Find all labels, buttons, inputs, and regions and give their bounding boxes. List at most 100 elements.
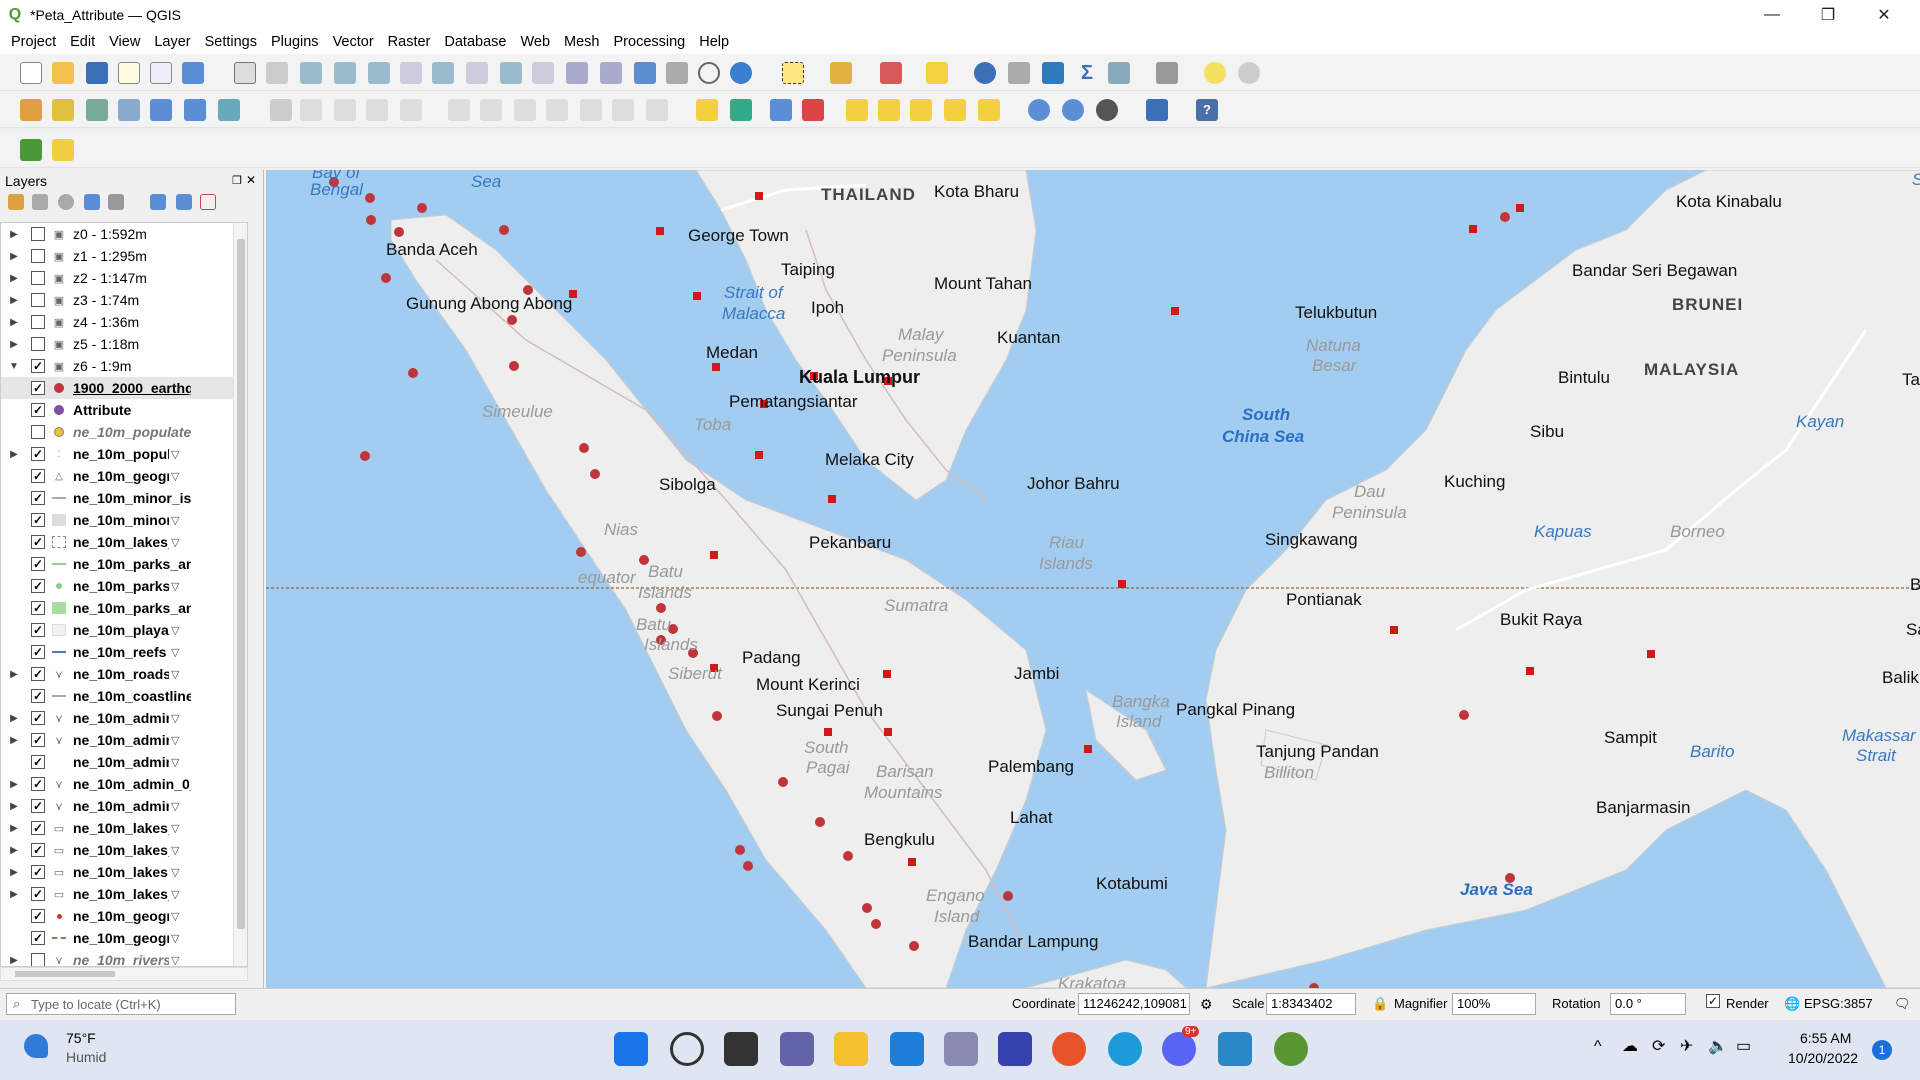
show-hide-labels-icon[interactable] xyxy=(878,99,900,121)
new-map-view-icon[interactable] xyxy=(566,62,588,84)
select-by-value-icon[interactable] xyxy=(830,62,852,84)
menu-web[interactable]: Web xyxy=(513,34,557,50)
locator-input[interactable]: ⌕ Type to locate (Ctrl+K) xyxy=(6,993,236,1015)
filter-icon[interactable]: ▽ xyxy=(171,624,179,637)
pin-labels-icon[interactable] xyxy=(846,99,868,121)
layer-visibility-checkbox[interactable]: ✓ xyxy=(31,865,45,879)
toggle-labels-icon[interactable] xyxy=(802,99,824,121)
volume-icon[interactable]: 🔈 xyxy=(1708,1036,1728,1056)
filter-icon[interactable]: ▽ xyxy=(171,712,179,725)
coordinate-field[interactable]: 11246242,109081 xyxy=(1078,993,1190,1015)
layer-visibility-checkbox[interactable]: ✓ xyxy=(31,403,45,417)
layer-visibility-checkbox[interactable]: ✓ xyxy=(31,359,45,373)
layer-row[interactable]: ▶ ✓ ⋎ ne_10m_admin_▽ xyxy=(1,729,247,751)
math-app-icon[interactable] xyxy=(998,1032,1032,1066)
scale-field[interactable]: 1:8343402 xyxy=(1266,993,1356,1015)
expand-arrow-icon[interactable]: ▶ xyxy=(7,273,21,284)
expand-arrow-icon[interactable]: ▶ xyxy=(7,735,21,746)
tray-chevron-icon[interactable]: ^ xyxy=(1594,1038,1602,1056)
change-label-icon[interactable] xyxy=(978,99,1000,121)
expand-arrow-icon[interactable]: ▶ xyxy=(7,317,21,328)
layer-row[interactable]: ✓ Attribute xyxy=(1,399,247,421)
layer-visibility-checkbox[interactable]: ✓ xyxy=(31,667,45,681)
weather-icon[interactable] xyxy=(24,1034,48,1058)
menu-project[interactable]: Project xyxy=(4,34,63,50)
add-group-icon[interactable] xyxy=(32,194,48,210)
filter-icon[interactable]: ▽ xyxy=(171,514,179,527)
zoom-to-selection-icon[interactable] xyxy=(400,62,422,84)
python-console-icon[interactable] xyxy=(1146,99,1168,121)
search-taskbar-icon[interactable] xyxy=(670,1032,704,1066)
layer-visibility-checkbox[interactable]: ✓ xyxy=(31,491,45,505)
layer-visibility-checkbox[interactable]: ✓ xyxy=(31,711,45,725)
save-project-icon[interactable] xyxy=(86,62,108,84)
zoom-out-icon[interactable] xyxy=(334,62,356,84)
layer-row[interactable]: ✓ 1900_2000_earthqu xyxy=(1,377,247,399)
crs-label[interactable]: EPSG:3857 xyxy=(1804,996,1873,1011)
wfs-icon[interactable] xyxy=(1062,99,1084,121)
layer-visibility-checkbox[interactable]: ✓ xyxy=(31,645,45,659)
battery-icon[interactable]: ▭ xyxy=(1736,1036,1751,1056)
temporal-controller-icon[interactable] xyxy=(698,62,720,84)
menu-processing[interactable]: Processing xyxy=(607,34,693,50)
layer-visibility-checkbox[interactable]: ✓ xyxy=(31,535,45,549)
select-features-icon[interactable] xyxy=(782,62,804,84)
zoom-full-icon[interactable] xyxy=(368,62,390,84)
quickmapservices-icon[interactable] xyxy=(20,139,42,161)
start-icon[interactable] xyxy=(614,1032,648,1066)
layer-visibility-checkbox[interactable]: ✓ xyxy=(31,755,45,769)
clock-date[interactable]: 10/20/2022 xyxy=(1788,1050,1858,1066)
cut-features-icon[interactable] xyxy=(514,99,536,121)
expand-all-icon[interactable] xyxy=(150,194,166,210)
scroll-thumb[interactable] xyxy=(237,239,245,929)
new-3d-map-icon[interactable] xyxy=(600,62,622,84)
toolbox-icon[interactable] xyxy=(1042,62,1064,84)
expand-arrow-icon[interactable]: ▶ xyxy=(7,823,21,834)
layer-visibility-checkbox[interactable] xyxy=(31,953,45,966)
layer-visibility-checkbox[interactable]: ✓ xyxy=(31,557,45,571)
airplane-icon[interactable]: ✈ xyxy=(1680,1036,1693,1056)
toggle-extents-icon[interactable]: ⚙ xyxy=(1200,996,1213,1013)
layer-row[interactable]: ▶ ✓ ⋎ ne_10m_admin_▽ xyxy=(1,707,247,729)
move-label-icon[interactable] xyxy=(910,99,932,121)
layer-visibility-checkbox[interactable]: ✓ xyxy=(31,887,45,901)
collapse-all-icon[interactable] xyxy=(176,194,192,210)
float-panel-icon[interactable]: ❐ xyxy=(232,174,242,187)
filter-icon[interactable]: ▽ xyxy=(171,668,179,681)
highlight-labels-icon[interactable] xyxy=(770,99,792,121)
gps-icon[interactable] xyxy=(1238,62,1260,84)
filter-icon[interactable]: ▽ xyxy=(171,954,179,967)
layer-row[interactable]: ✓ △ ne_10m_geogra ▽ xyxy=(1,465,247,487)
layer-visibility-checkbox[interactable] xyxy=(31,337,45,351)
expand-arrow-icon[interactable]: ▶ xyxy=(7,295,21,306)
zoom-in-icon[interactable] xyxy=(300,62,322,84)
menu-help[interactable]: Help xyxy=(692,34,736,50)
layer-row[interactable]: ▶ ✓ ▭ ne_10m_lakes cc▽ xyxy=(1,861,247,883)
zoom-native-icon[interactable] xyxy=(466,62,488,84)
manage-themes-icon[interactable] xyxy=(58,194,74,210)
layer-row[interactable]: ✓ ne_10m_reefs cc▽ xyxy=(1,641,247,663)
minimize-button[interactable]: — xyxy=(1744,0,1800,30)
expand-arrow-icon[interactable]: ▶ xyxy=(7,779,21,790)
filter-icon[interactable]: ▽ xyxy=(171,646,179,659)
plugin-tool-icon[interactable] xyxy=(52,139,74,161)
new-bookmark-icon[interactable] xyxy=(634,62,656,84)
expand-arrow-icon[interactable]: ▶ xyxy=(7,801,21,812)
rotation-field[interactable]: 0.0 ° xyxy=(1610,993,1686,1015)
menu-raster[interactable]: Raster xyxy=(381,34,438,50)
layer-row[interactable]: ▶ ▣ z2 - 1:147m xyxy=(1,267,247,289)
filter-icon[interactable]: ▽ xyxy=(171,888,179,901)
redo-icon[interactable] xyxy=(646,99,668,121)
layer-visibility-checkbox[interactable]: ✓ xyxy=(31,623,45,637)
open-styling-icon[interactable] xyxy=(8,194,24,210)
expand-arrow-icon[interactable]: ▶ xyxy=(7,845,21,856)
new-geopackage-icon[interactable] xyxy=(52,99,74,121)
layer-visibility-checkbox[interactable]: ✓ xyxy=(31,579,45,593)
filter-icon[interactable]: ▽ xyxy=(171,756,179,769)
layer-row[interactable]: ✓ ne_10m_minor_islan xyxy=(1,487,247,509)
expand-arrow-icon[interactable]: ▶ xyxy=(7,867,21,878)
layer-visibility-checkbox[interactable]: ✓ xyxy=(31,821,45,835)
new-print-layout-icon[interactable] xyxy=(118,62,140,84)
save-edits-icon[interactable] xyxy=(334,99,356,121)
add-feature-icon[interactable] xyxy=(366,99,388,121)
